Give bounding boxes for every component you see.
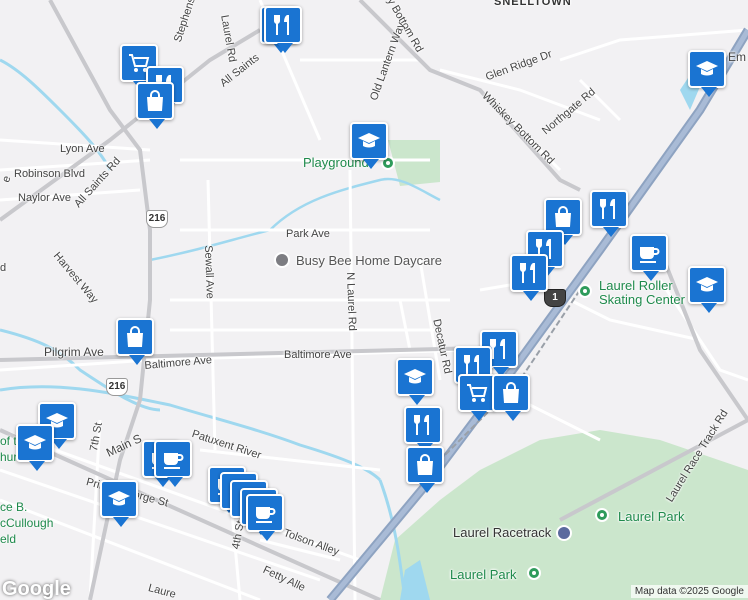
laurel-park-label[interactable]: Laurel Park [618, 509, 684, 524]
laurel-park-south-marker[interactable] [527, 566, 541, 580]
map-pin-shopping-bag-4[interactable] [136, 82, 174, 129]
lyon-ave-label: Lyon Ave [60, 143, 105, 155]
map-pin-school-25[interactable] [100, 480, 138, 527]
naylor-ave-label: Naylor Ave [18, 192, 71, 204]
skating-center-label-1[interactable]: Laurel Roller [599, 278, 673, 293]
em-partial-label: Em [728, 50, 746, 64]
laurel-park-label-south[interactable]: Laurel Park [450, 567, 516, 582]
park-ave-label: Park Ave [286, 228, 330, 240]
google-logo: Google [2, 578, 71, 600]
map-pin-cafe-24[interactable] [154, 440, 192, 487]
map-pin-shopping-bag-13[interactable] [116, 318, 154, 365]
map-canvas[interactable]: SNELLTOWN Laurel Rd Stephens All Saints … [0, 0, 748, 600]
map-pin-school-6[interactable] [688, 50, 726, 97]
map-pin-school-22[interactable] [16, 424, 54, 471]
mccullough-label: cCullough [0, 516, 54, 530]
baltimore-ave-label-east: Baltimore Ave [284, 349, 352, 361]
map-pin-restaurant-19[interactable] [404, 406, 442, 453]
n-laurel-rd-label: N Laurel Rd [344, 272, 359, 332]
left-partial-d: d [0, 262, 7, 274]
map-pin-school-16[interactable] [396, 358, 434, 405]
map-pin-shopping-bag-20[interactable] [406, 446, 444, 493]
route-216-shield-south: 216 [106, 378, 128, 396]
map-pin-restaurant-1[interactable] [264, 6, 302, 53]
map-pin-restaurant-10[interactable] [510, 254, 548, 301]
route-216-shield-north: 216 [146, 210, 168, 228]
daycare-marker[interactable] [274, 252, 290, 268]
skating-center-label-2[interactable]: Skating Center [599, 292, 685, 307]
ce-b-label: ce B. [0, 500, 28, 514]
racetrack-station-marker[interactable] [556, 525, 572, 541]
map-attribution[interactable]: Map data ©2025 Google [630, 585, 748, 598]
us-1-shield: 1 [544, 289, 566, 307]
laurel-racetrack-label[interactable]: Laurel Racetrack [453, 525, 551, 540]
sewall-ave-label: Sewall Ave [202, 245, 216, 299]
eld-label: eld [0, 532, 17, 546]
map-pin-restaurant-7[interactable] [590, 190, 628, 237]
laurel-park-marker[interactable] [595, 508, 609, 522]
map-pin-shopping-cart-17[interactable] [458, 374, 496, 421]
map-pin-cafe-30[interactable] [246, 494, 284, 541]
snelltown-label: SNELLTOWN [494, 0, 572, 8]
map-pin-school-12[interactable] [688, 266, 726, 313]
map-pin-school-5[interactable] [350, 122, 388, 169]
pilgrim-ave-label: Pilgrim Ave [44, 345, 104, 359]
skating-center-marker[interactable] [578, 284, 592, 298]
robinson-blvd-label: Robinson Blvd [14, 168, 85, 180]
map-pin-shopping-bag-18[interactable] [492, 374, 530, 421]
daycare-label[interactable]: Busy Bee Home Daycare [296, 253, 442, 268]
map-pin-cafe-11[interactable] [630, 234, 668, 281]
